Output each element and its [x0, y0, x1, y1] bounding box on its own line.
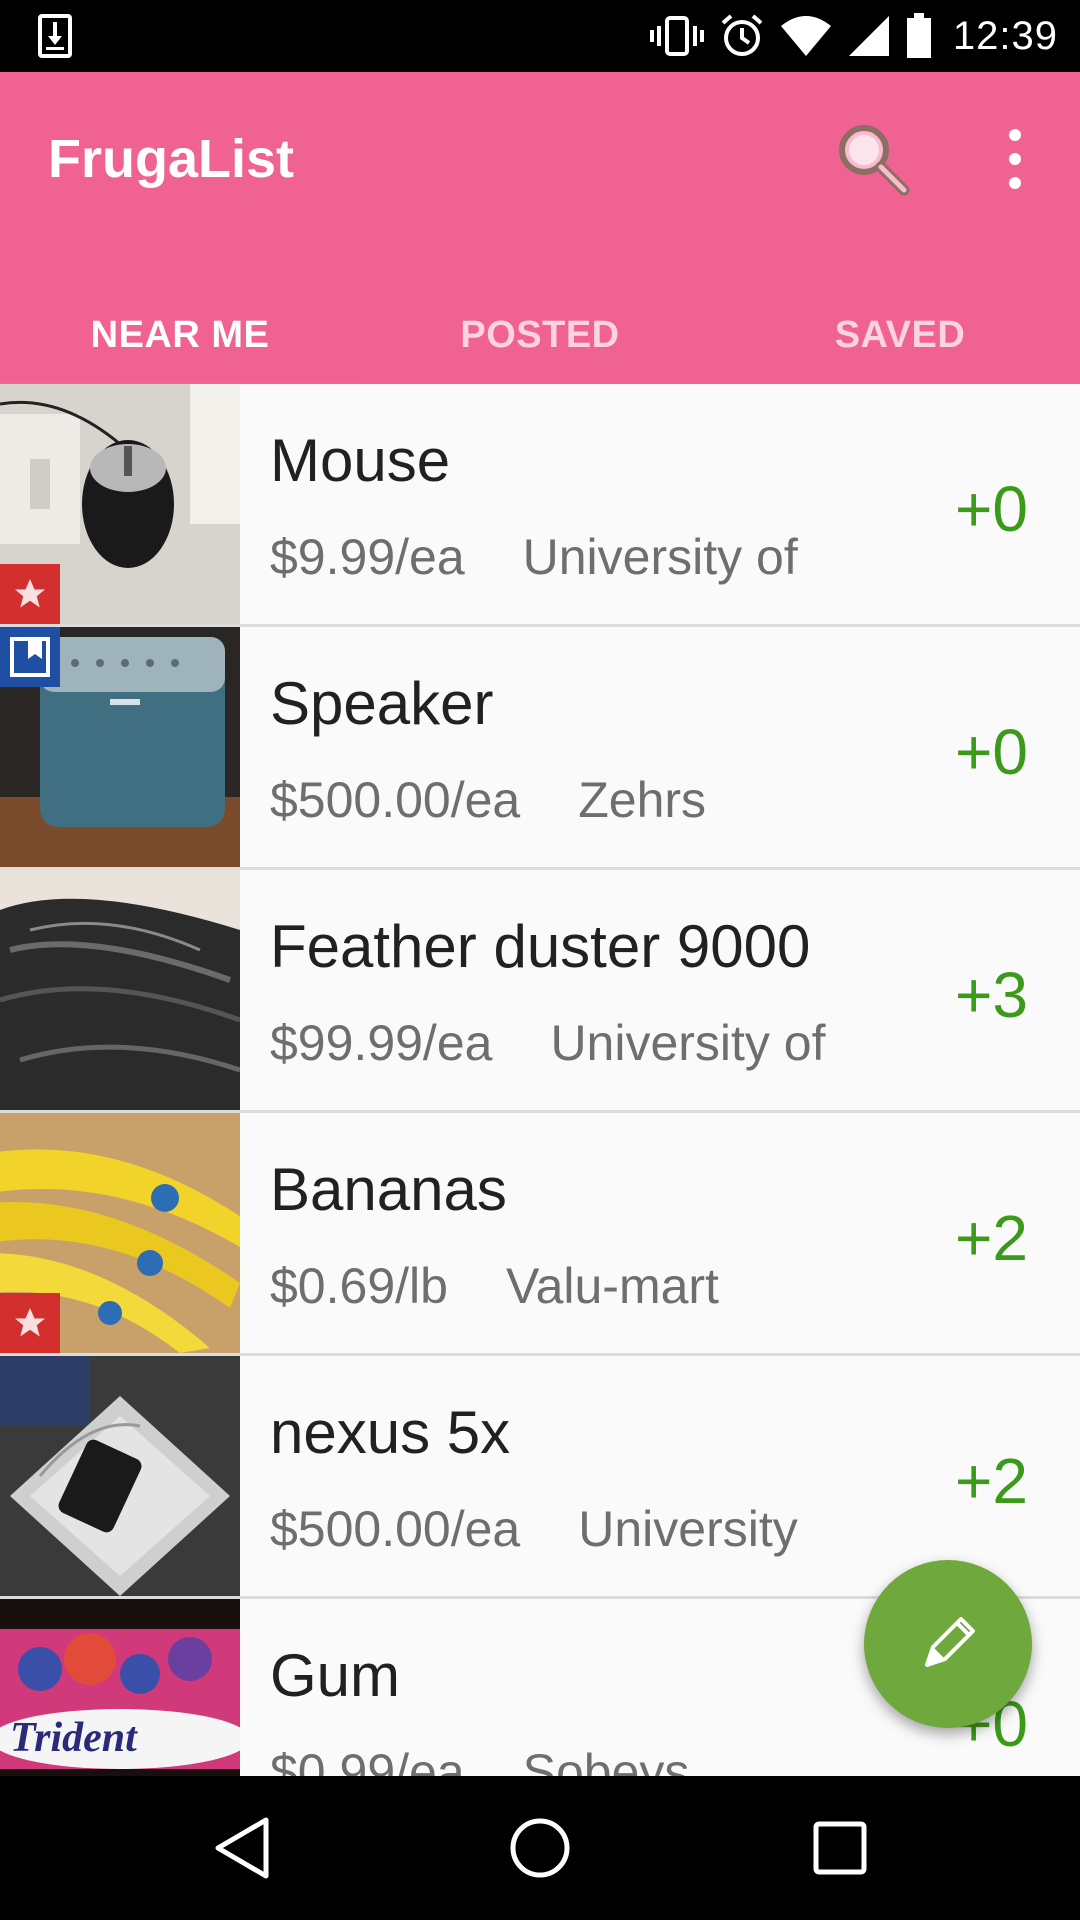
item-meta: $500.00/ea University: [270, 1500, 798, 1558]
item-location: University of: [522, 529, 798, 585]
item-meta: $500.00/ea Zehrs: [270, 771, 706, 829]
item-location: Zehrs: [578, 772, 707, 828]
item-price: $0.99/ea: [270, 1744, 465, 1776]
tab-bar: NEAR ME POSTED SAVED: [0, 286, 1080, 390]
item-location: University: [578, 1501, 798, 1557]
item-thumbnail: [0, 627, 240, 867]
item-thumbnail: Trident: [0, 1599, 240, 1776]
status-icons: 12:39: [649, 10, 1058, 62]
posted-badge: [0, 627, 60, 687]
item-score: +0: [955, 716, 1028, 788]
more-vert-icon: [1009, 177, 1021, 189]
item-price: $99.99/ea: [270, 1015, 493, 1071]
item-title: Mouse: [270, 427, 451, 494]
search-icon: [839, 125, 910, 196]
home-icon[interactable]: [504, 1812, 576, 1884]
search-button[interactable]: [828, 114, 918, 204]
tab-near-me[interactable]: NEAR ME: [0, 286, 360, 390]
item-title: nexus 5x: [270, 1399, 511, 1466]
wifi-icon: [780, 16, 831, 56]
signal-icon: [848, 16, 889, 56]
list-item[interactable]: Feather duster 9000 $99.99/ea University …: [0, 870, 1080, 1113]
alarm-icon: [721, 14, 763, 56]
item-thumbnail: [0, 1356, 240, 1596]
list-item[interactable]: Mouse $9.99/ea University of +0: [0, 384, 1080, 627]
list-item[interactable]: Bananas $0.69/lb Valu-mart +2: [0, 1113, 1080, 1356]
item-title: Feather duster 9000: [270, 913, 811, 980]
battery-icon: [906, 13, 931, 58]
item-price: $0.69/lb: [270, 1258, 448, 1314]
tab-posted[interactable]: POSTED: [360, 286, 720, 384]
star-icon: [15, 1308, 45, 1337]
item-meta: $0.69/lb Valu-mart: [270, 1257, 719, 1315]
pencil-icon: [925, 1617, 975, 1667]
item-price: $500.00/ea: [270, 772, 521, 828]
item-title: Gum: [270, 1642, 401, 1709]
starred-badge: [0, 1293, 60, 1353]
app-title: FrugaList: [48, 129, 295, 189]
item-price: $9.99/ea: [270, 529, 465, 585]
app-bar: FrugaList NEAR ME POSTED SAVED: [0, 72, 1080, 390]
star-icon: [15, 579, 45, 608]
item-score: +3: [955, 959, 1028, 1031]
item-location: Sobeys: [522, 1744, 690, 1776]
item-meta: $9.99/ea University of: [270, 528, 798, 586]
item-score: +2: [955, 1202, 1028, 1274]
starred-badge: [0, 564, 60, 624]
more-vert-icon: [1009, 153, 1021, 165]
status-time: 12:39: [952, 13, 1058, 58]
item-meta: $99.99/ea University of: [270, 1014, 826, 1072]
item-title: Bananas: [270, 1156, 507, 1223]
item-location: Valu-mart: [505, 1258, 719, 1314]
list-item[interactable]: nexus 5x $500.00/ea University +2: [0, 1356, 1080, 1599]
item-thumbnail: [0, 384, 240, 624]
item-thumbnail: [0, 870, 240, 1110]
item-title: Speaker: [270, 670, 494, 737]
download-icon: [38, 14, 72, 58]
back-icon[interactable]: [206, 1812, 278, 1884]
list-item[interactable]: Speaker $500.00/ea Zehrs +0: [0, 627, 1080, 870]
new-post-fab[interactable]: [864, 1560, 1032, 1728]
item-location: University of: [550, 1015, 826, 1071]
system-nav-bar: [0, 1776, 1080, 1920]
item-price: $500.00/ea: [270, 1501, 521, 1557]
item-thumbnail: [0, 1113, 240, 1353]
item-score: +2: [955, 1445, 1028, 1517]
item-meta: $0.99/ea Sobeys: [270, 1743, 689, 1776]
more-vert-icon: [1009, 129, 1021, 141]
bookmark-icon: [10, 637, 50, 677]
more-options-button[interactable]: [990, 114, 1040, 204]
recents-icon[interactable]: [804, 1812, 876, 1884]
status-bar: 12:39: [0, 0, 1080, 72]
thumb-brand-text: Trident: [10, 1715, 138, 1761]
item-score: +0: [955, 473, 1028, 545]
tab-saved[interactable]: SAVED: [720, 286, 1080, 384]
vibrate-icon: [649, 16, 704, 56]
